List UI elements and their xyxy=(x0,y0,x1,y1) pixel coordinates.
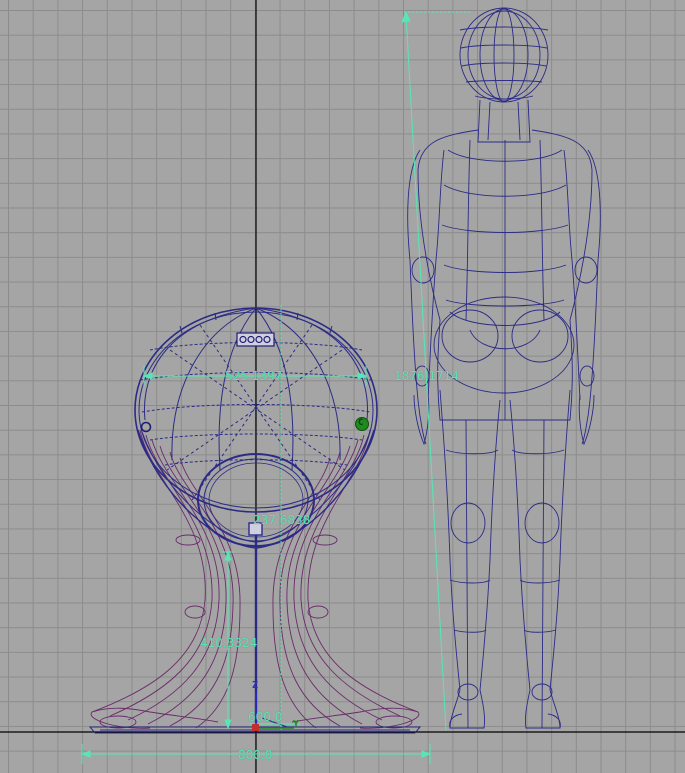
dimension-arrow-icon xyxy=(401,10,411,23)
inner-ring-label: 237.6838 xyxy=(253,513,311,527)
dimension-lines xyxy=(80,10,472,764)
origin-marker-icon xyxy=(252,724,259,731)
stem-height-label: 410.3324 xyxy=(200,636,258,650)
chair-left-leg xyxy=(90,429,241,729)
pivot-left-icon xyxy=(140,421,152,433)
human-reference-figure[interactable] xyxy=(407,7,601,729)
center-manipulator-label: C xyxy=(358,418,364,428)
axis-z-label: Z xyxy=(252,680,259,691)
figure-height-label: 1876.1714 xyxy=(394,369,459,383)
scene-wireframe[interactable] xyxy=(0,0,685,773)
chair-top-handle xyxy=(236,332,275,347)
chair-stem xyxy=(248,522,291,729)
orthographic-viewport[interactable]: 525.1397 1876.1714 237.6838 410.3324 600… xyxy=(0,0,685,773)
bowl-width-label: 525.1397 xyxy=(225,369,283,383)
base-width-label: 800.0 xyxy=(238,748,273,762)
chair-right-leg xyxy=(272,429,420,729)
base-small-label: 600.0 xyxy=(248,710,283,724)
axis-y-label: Y xyxy=(293,719,300,730)
